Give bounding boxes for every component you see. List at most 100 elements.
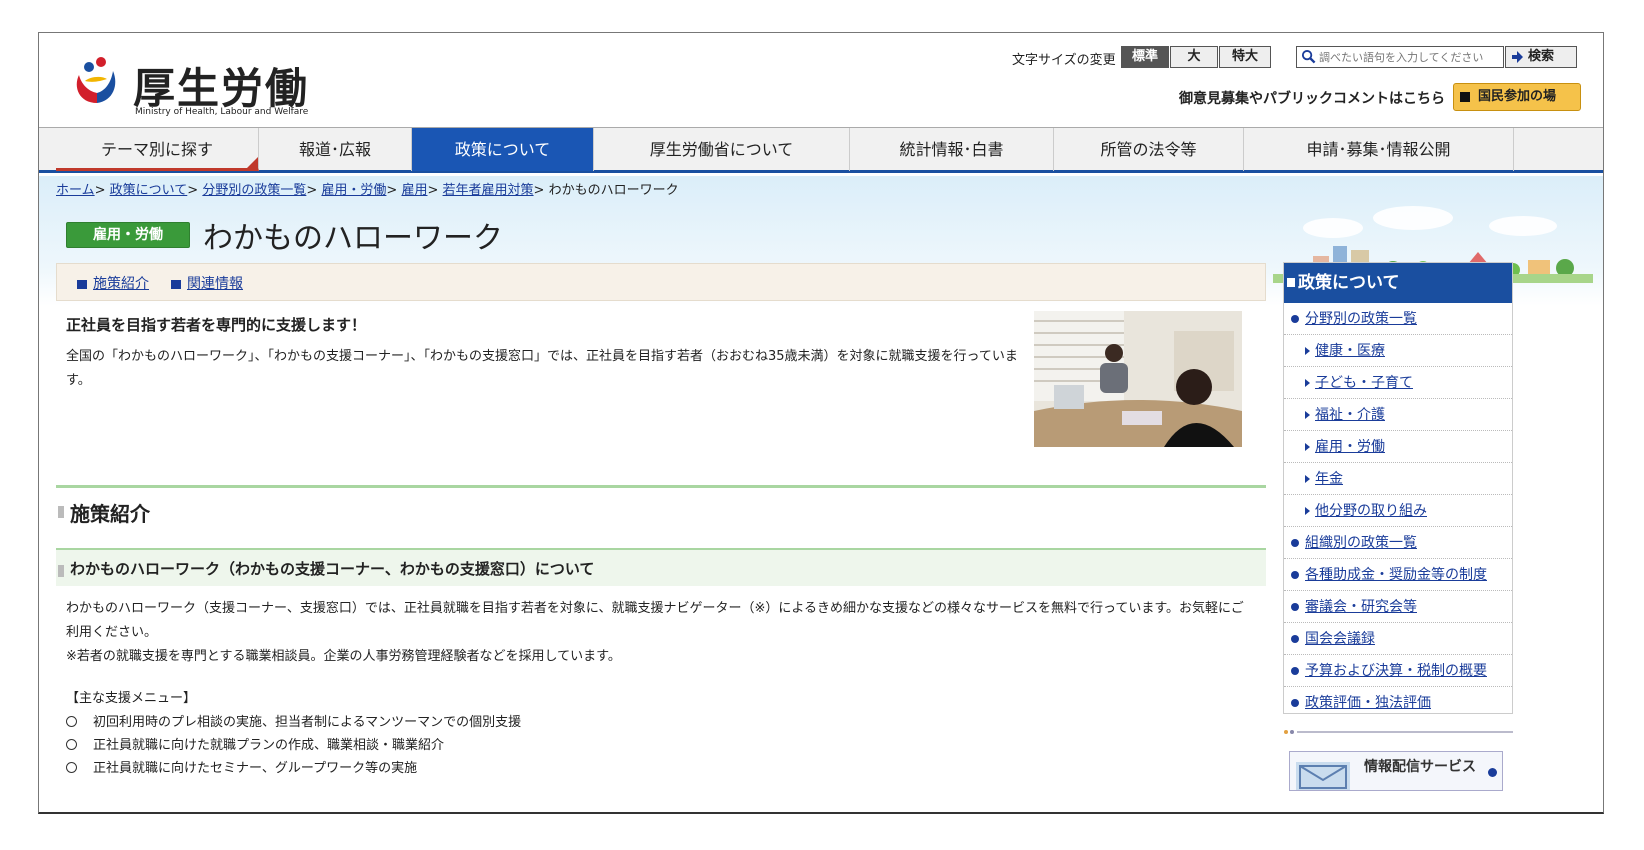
circle-arrow-icon — [1291, 699, 1299, 707]
sidebar-link[interactable]: 分野別の政策一覧 — [1305, 303, 1417, 335]
breadcrumb-employment[interactable]: 雇用 — [401, 183, 427, 198]
site-logo[interactable]: 厚生労働省 Ministry of Health, Labour and Wel… — [67, 53, 327, 174]
sidebar-link[interactable]: 福祉・介護 — [1315, 399, 1385, 431]
arrow-right-icon — [1512, 51, 1523, 63]
anchor-down-icon — [77, 279, 87, 289]
anchor-related[interactable]: 関連情報 — [171, 273, 243, 293]
breadcrumb-employment-labour[interactable]: 雇用・労働 — [321, 183, 386, 198]
sidebar-item-policy-list[interactable]: 分野別の政策一覧 — [1284, 303, 1512, 335]
sidebar-item-diet-records[interactable]: 国会会議録 — [1284, 623, 1512, 655]
search-button-label: 検索 — [1528, 49, 1555, 64]
page-title: わかものハローワーク — [203, 221, 503, 256]
circle-arrow-icon — [1291, 571, 1299, 579]
info-service-banner[interactable]: 情報配信サービス — [1289, 751, 1503, 791]
breadcrumb-youth-employment[interactable]: 若年者雇用対策 — [443, 183, 534, 198]
sidebar-link[interactable]: 各種助成金・奨励金等の制度 — [1305, 559, 1487, 591]
circle-bullet-icon — [66, 739, 77, 750]
sidebar-item-employment[interactable]: 雇用・労働 — [1284, 431, 1512, 463]
circle-arrow-icon — [1291, 539, 1299, 547]
nav-press[interactable]: 報道･広報 — [259, 128, 412, 171]
anchor-measures-label: 施策紹介 — [93, 276, 149, 292]
sidebar-item-welfare[interactable]: 福祉・介護 — [1284, 399, 1512, 431]
global-nav: テーマ別に探す 報道･広報 政策について 厚生労働省について 統計情報･白書 所… — [39, 127, 1603, 173]
breadcrumb-policy-list[interactable]: 分野別の政策一覧 — [202, 183, 306, 198]
nav-applications[interactable]: 申請･募集･情報公開 — [1244, 128, 1514, 171]
square-bullet-icon — [1460, 92, 1470, 102]
anchor-measures[interactable]: 施策紹介 — [77, 273, 149, 293]
triangle-right-icon — [1305, 347, 1310, 355]
search-box — [1296, 46, 1504, 68]
breadcrumb-home[interactable]: ホーム — [56, 183, 95, 198]
list-item-text: 正社員就職に向けたセミナー、グループワーク等の実施 — [93, 761, 418, 776]
subsection-marker — [58, 565, 64, 577]
sidebar-item-budget[interactable]: 予算および決算・税制の概要 — [1284, 655, 1512, 687]
body-paragraph: わかものハローワーク（支援コーナー、支援窓口）では、正社員就職を目指す若者を対象… — [66, 601, 1244, 640]
sidebar-link[interactable]: 予算および決算・税制の概要 — [1305, 655, 1487, 687]
participation-button-label: 国民参加の場 — [1478, 89, 1557, 104]
breadcrumb-separator: > — [386, 183, 398, 198]
menu-title: 【主な支援メニュー】 — [66, 691, 197, 706]
breadcrumb-separator: > — [94, 183, 106, 198]
section-marker — [58, 506, 64, 518]
search-button[interactable]: 検索 — [1505, 46, 1577, 68]
breadcrumb-current: わかものハローワーク — [548, 183, 679, 198]
font-size-large-button[interactable]: 大 — [1170, 46, 1218, 68]
sidebar-link[interactable]: 審議会・研究会等 — [1305, 591, 1417, 623]
nav-policy[interactable]: 政策について — [412, 128, 594, 171]
sidebar-item-evaluation[interactable]: 政策評価・独法評価 — [1284, 687, 1512, 719]
list-item: 正社員就職に向けたセミナー、グループワーク等の実施 — [66, 757, 417, 776]
list-item: 初回利用時のプレ相談の実施、担当者制によるマンツーマンでの個別支援 — [66, 711, 521, 730]
sidebar-link[interactable]: 年金 — [1315, 463, 1343, 495]
circle-bullet-icon — [66, 716, 77, 727]
sidebar-link[interactable]: 組織別の政策一覧 — [1305, 527, 1417, 559]
sidebar-item-organization[interactable]: 組織別の政策一覧 — [1284, 527, 1512, 559]
breadcrumb-separator: > — [427, 183, 439, 198]
section-header: 施策紹介 — [56, 485, 1266, 527]
font-size-standard-button[interactable]: 標準 — [1121, 46, 1169, 68]
search-input[interactable] — [1319, 49, 1499, 65]
sidebar-item-health[interactable]: 健康・医療 — [1284, 335, 1512, 367]
circle-arrow-icon — [1291, 315, 1299, 323]
sidebar-link[interactable]: 健康・医療 — [1315, 335, 1385, 367]
subsection-title: わかものハローワーク（わかもの支援コーナー、わかもの支援窓口）について — [70, 560, 595, 578]
breadcrumb: ホーム> 政策について> 分野別の政策一覧> 雇用・労働> 雇用> 若年者雇用対… — [56, 179, 679, 198]
nav-theme-label: テーマ別に探す — [100, 140, 213, 159]
sidebar-item-subsidies[interactable]: 各種助成金・奨励金等の制度 — [1284, 559, 1512, 591]
square-bullet-icon — [1287, 278, 1295, 287]
search-icon — [1301, 49, 1316, 64]
page-anchor-bar: 施策紹介 関連情報 — [56, 263, 1266, 301]
intro-text: 全国の「わかものハローワーク」、「わかもの支援コーナー」、「わかもの支援窓口」で… — [66, 349, 1018, 388]
triangle-right-icon — [1305, 443, 1310, 451]
font-size-label: 文字サイズの変更 — [1012, 53, 1116, 68]
triangle-right-icon — [1305, 379, 1310, 387]
nav-theme[interactable]: テーマ別に探す — [56, 128, 259, 171]
body-note: ※若者の就職支援を専門とする職業相談員。企業の人事労務管理経験者などを採用してい… — [66, 649, 621, 664]
browser-page: 厚生労働省 Ministry of Health, Labour and Wel… — [38, 32, 1604, 814]
participation-button[interactable]: 国民参加の場 — [1453, 83, 1581, 111]
site-header: 厚生労働省 Ministry of Health, Labour and Wel… — [39, 33, 1603, 174]
triangle-right-icon — [1305, 507, 1310, 515]
circle-arrow-icon — [1291, 667, 1299, 675]
nav-statistics[interactable]: 統計情報･白書 — [850, 128, 1054, 171]
circle-arrow-icon — [1488, 768, 1497, 777]
sidebar-item-councils[interactable]: 審議会・研究会等 — [1284, 591, 1512, 623]
category-badge: 雇用・労働 — [66, 222, 190, 248]
nav-about[interactable]: 厚生労働省について — [594, 128, 850, 171]
sidebar-link[interactable]: 国会会議録 — [1305, 623, 1375, 655]
sidebar-item-pension[interactable]: 年金 — [1284, 463, 1512, 495]
sidebar-link[interactable]: 他分野の取り組み — [1315, 495, 1427, 527]
sidebar-item-children[interactable]: 子ども・子育て — [1284, 367, 1512, 399]
sidebar-item-other-fields[interactable]: 他分野の取り組み — [1284, 495, 1512, 527]
body-text: わかものハローワーク（支援コーナー、支援窓口）では、正社員就職を目指す若者を対象… — [66, 597, 1256, 669]
triangle-right-icon — [1305, 411, 1310, 419]
subsection-header: わかものハローワーク（わかもの支援コーナー、わかもの支援窓口）について — [56, 548, 1266, 586]
sidebar-link[interactable]: 政策評価・独法評価 — [1305, 687, 1431, 719]
info-service-label: 情報配信サービス — [1364, 759, 1476, 775]
sidebar-link[interactable]: 子ども・子育て — [1315, 367, 1413, 399]
sidebar-link[interactable]: 雇用・労働 — [1315, 431, 1385, 463]
font-size-xlarge-button[interactable]: 特大 — [1219, 46, 1271, 68]
nav-laws[interactable]: 所管の法令等 — [1054, 128, 1244, 171]
breadcrumb-policy[interactable]: 政策について — [110, 183, 188, 198]
list-item-text: 正社員就職に向けた就職プランの作成、職業相談・職業紹介 — [93, 738, 445, 753]
sidebar: 政策について 分野別の政策一覧 健康・医療 子ども・子育て 福祉・介護 雇用・労… — [1283, 262, 1513, 714]
